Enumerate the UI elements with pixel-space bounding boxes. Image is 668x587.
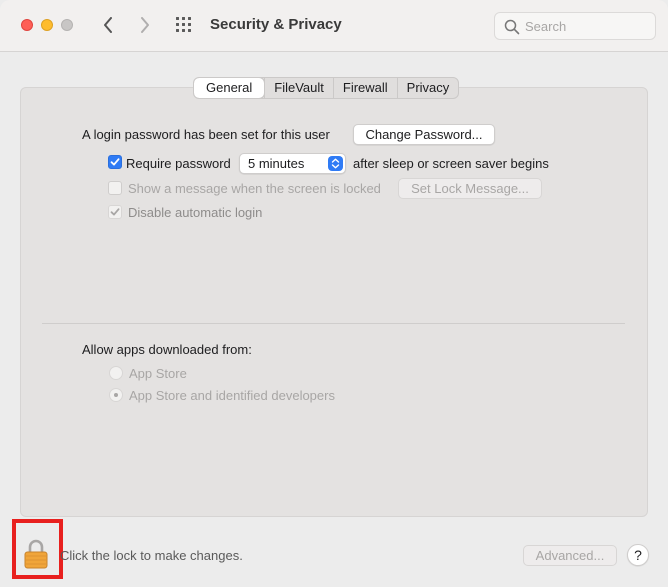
forward-button[interactable] — [134, 14, 156, 36]
change-password-button[interactable]: Change Password... — [353, 124, 495, 145]
radio-app-store-label: App Store — [129, 366, 187, 381]
chevron-left-icon — [104, 17, 112, 33]
show-message-label: Show a message when the screen is locked — [128, 181, 381, 196]
allow-apps-heading: Allow apps downloaded from: — [82, 342, 252, 357]
updown-chevron-icon — [328, 156, 343, 171]
tab-filevault[interactable]: FileVault — [264, 78, 333, 98]
chevron-right-icon — [141, 17, 149, 33]
title-bar: Security & Privacy — [0, 0, 668, 52]
require-password-checkbox[interactable] — [108, 155, 122, 169]
disable-auto-login-checkbox[interactable] — [108, 205, 122, 219]
content-panel — [20, 87, 648, 517]
require-password-label: Require password — [126, 156, 231, 171]
set-lock-message-button[interactable]: Set Lock Message... — [398, 178, 542, 199]
section-divider — [42, 323, 625, 324]
radio-app-store[interactable] — [109, 366, 123, 380]
require-password-interval-select[interactable]: 5 minutes — [239, 153, 346, 174]
checkmark-icon — [110, 158, 120, 166]
help-button[interactable]: ? — [627, 544, 649, 566]
tab-firewall[interactable]: Firewall — [332, 78, 397, 98]
checkmark-icon — [110, 208, 120, 216]
zoom-window-button[interactable] — [61, 19, 73, 31]
security-privacy-window: Security & Privacy General FileVault Fir… — [0, 0, 668, 587]
login-password-message: A login password has been set for this u… — [82, 127, 330, 142]
radio-app-store-identified[interactable] — [109, 388, 123, 402]
grid-icon — [176, 17, 179, 20]
search-icon — [504, 19, 520, 35]
disable-auto-login-label: Disable automatic login — [128, 205, 263, 220]
show-message-checkbox[interactable] — [108, 181, 122, 195]
back-button[interactable] — [97, 14, 119, 36]
minimize-window-button[interactable] — [41, 19, 53, 31]
search-input[interactable] — [525, 17, 650, 35]
tab-bar: General FileVault Firewall Privacy — [193, 77, 460, 99]
search-field[interactable] — [494, 12, 656, 40]
advanced-button[interactable]: Advanced... — [523, 545, 617, 566]
lock-instruction-text: Click the lock to make changes. — [60, 548, 243, 563]
tab-general[interactable]: General — [194, 78, 265, 98]
radio-app-store-identified-label: App Store and identified developers — [129, 388, 335, 403]
tab-privacy[interactable]: Privacy — [396, 78, 459, 98]
show-all-button[interactable] — [175, 16, 195, 34]
after-sleep-label: after sleep or screen saver begins — [353, 156, 549, 171]
interval-value: 5 minutes — [248, 156, 305, 171]
close-window-button[interactable] — [21, 19, 33, 31]
window-title: Security & Privacy — [210, 16, 342, 33]
lock-highlight-box — [12, 519, 63, 579]
